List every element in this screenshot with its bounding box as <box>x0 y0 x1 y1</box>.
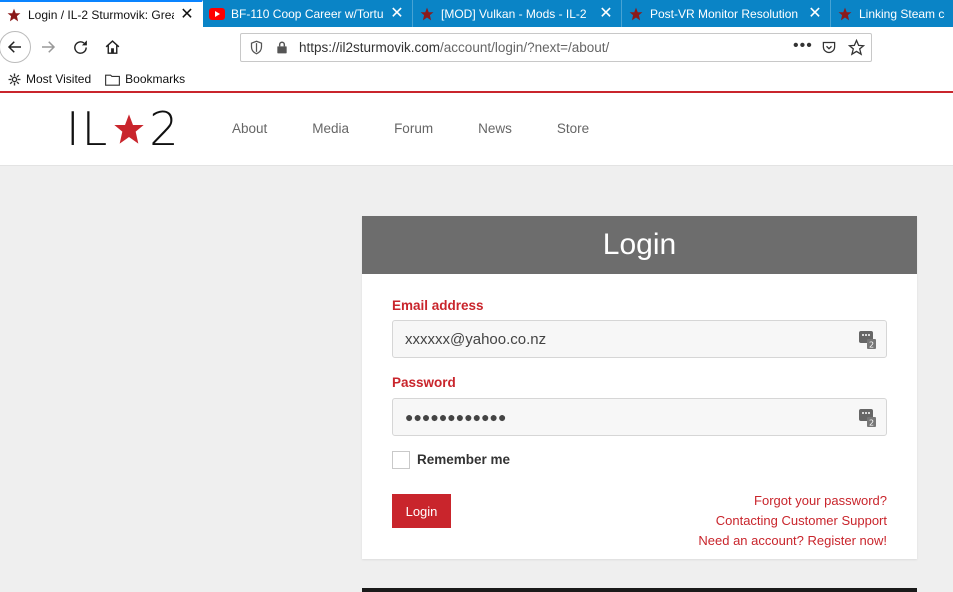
tab-label: BF-110 Coop Career w/Tortu <box>231 6 384 21</box>
tab-vr-monitor[interactable]: Post-VR Monitor Resolution ✕ <box>622 0 831 27</box>
account-links: Forgot your password? Contacting Custome… <box>698 491 887 551</box>
red-star-icon <box>6 7 22 23</box>
back-button[interactable] <box>0 31 31 63</box>
site-logo[interactable]: IL 2 <box>66 102 180 156</box>
register-link[interactable]: Need an account? Register now! <box>698 531 887 551</box>
nav-store[interactable]: Store <box>557 121 589 136</box>
tab-linking-steam[interactable]: Linking Steam co <box>831 0 953 27</box>
red-star-icon <box>628 6 644 22</box>
customer-support-link[interactable]: Contacting Customer Support <box>698 511 887 531</box>
youtube-icon <box>209 6 225 22</box>
tab-label: Linking Steam co <box>859 6 945 21</box>
nav-forum[interactable]: Forum <box>394 121 433 136</box>
navigation-bar: https://il2sturmovik.com/account/login/?… <box>0 27 953 67</box>
tab-strip: Login / IL-2 Sturmovik: Great ✕ BF-110 C… <box>0 0 953 27</box>
password-field[interactable]: ●●●●●●●●●●●● 2 <box>392 398 887 436</box>
tab-youtube[interactable]: BF-110 Coop Career w/Tortu ✕ <box>203 0 413 27</box>
logo-text-left: IL <box>66 102 110 156</box>
password-label: Password <box>392 375 456 390</box>
most-visited-label: Most Visited <box>26 72 92 86</box>
url-path: /account/login/?next=/about/ <box>440 40 610 55</box>
email-label: Email address <box>392 298 484 313</box>
url-bar[interactable]: https://il2sturmovik.com/account/login/?… <box>240 33 872 62</box>
gear-icon <box>8 73 21 85</box>
nav-about[interactable]: About <box>232 121 267 136</box>
reload-icon <box>73 39 87 54</box>
page-actions-icon[interactable]: ••• <box>793 37 813 55</box>
red-star-icon <box>837 6 853 22</box>
site-nav: About Media Forum News Store <box>232 121 634 136</box>
red-star-icon <box>419 6 435 22</box>
close-icon[interactable]: ✕ <box>808 5 822 22</box>
password-value: ●●●●●●●●●●●● <box>405 409 507 425</box>
tab-login[interactable]: Login / IL-2 Sturmovik: Great ✕ <box>0 0 203 27</box>
login-card: Login Email address xxxxxx@yahoo.co.nz 2… <box>362 216 917 559</box>
url-domain: https://il2sturmovik.com <box>299 40 441 55</box>
tab-label: Post-VR Monitor Resolution <box>650 6 799 21</box>
footer-strip <box>362 588 917 592</box>
remember-me-label: Remember me <box>417 452 511 467</box>
close-icon[interactable]: ✕ <box>180 6 194 23</box>
folder-icon <box>105 74 121 86</box>
login-title: Login <box>362 216 917 274</box>
bookmark-star-icon[interactable] <box>848 39 865 56</box>
forgot-password-link[interactable]: Forgot your password? <box>698 491 887 511</box>
close-icon[interactable]: ✕ <box>390 5 404 22</box>
login-button[interactable]: Login <box>392 494 451 528</box>
home-icon <box>105 39 119 54</box>
tab-label: [MOD] Vulkan - Mods - IL-2 <box>441 6 587 21</box>
back-arrow-icon <box>7 41 21 53</box>
forward-arrow-icon <box>42 41 56 53</box>
password-manager-icon[interactable]: 2 <box>858 330 876 349</box>
password-manager-icon[interactable]: 2 <box>858 408 876 427</box>
bookmarks-label: Bookmarks <box>125 72 186 86</box>
bookmarks-bar: Most Visited Bookmarks <box>0 67 953 91</box>
email-field[interactable]: xxxxxx@yahoo.co.nz 2 <box>392 320 887 358</box>
logo-text-right: 2 <box>149 102 181 156</box>
home-button[interactable] <box>98 33 126 61</box>
email-value: xxxxxx@yahoo.co.nz <box>405 330 547 348</box>
lock-icon[interactable] <box>275 40 289 55</box>
pocket-icon[interactable] <box>821 40 837 55</box>
most-visited-bookmark[interactable]: Most Visited <box>8 72 91 86</box>
tab-vulkan[interactable]: [MOD] Vulkan - Mods - IL-2 ✕ <box>413 0 622 27</box>
forward-button[interactable] <box>34 33 62 61</box>
svg-text:2: 2 <box>869 341 874 350</box>
svg-text:2: 2 <box>869 419 874 428</box>
nav-news[interactable]: News <box>478 121 512 136</box>
red-star-icon <box>114 114 144 144</box>
url-text[interactable]: https://il2sturmovik.com/account/login/?… <box>299 40 609 55</box>
bookmarks-folder[interactable]: Bookmarks <box>105 72 185 86</box>
reload-button[interactable] <box>66 33 94 61</box>
site-header: IL 2 About Media Forum News Store <box>0 93 953 166</box>
remember-me-checkbox[interactable] <box>392 451 410 469</box>
close-icon[interactable]: ✕ <box>599 5 613 22</box>
shield-icon[interactable] <box>249 40 264 55</box>
nav-media[interactable]: Media <box>312 121 349 136</box>
tab-label: Login / IL-2 Sturmovik: Great <box>28 7 174 22</box>
